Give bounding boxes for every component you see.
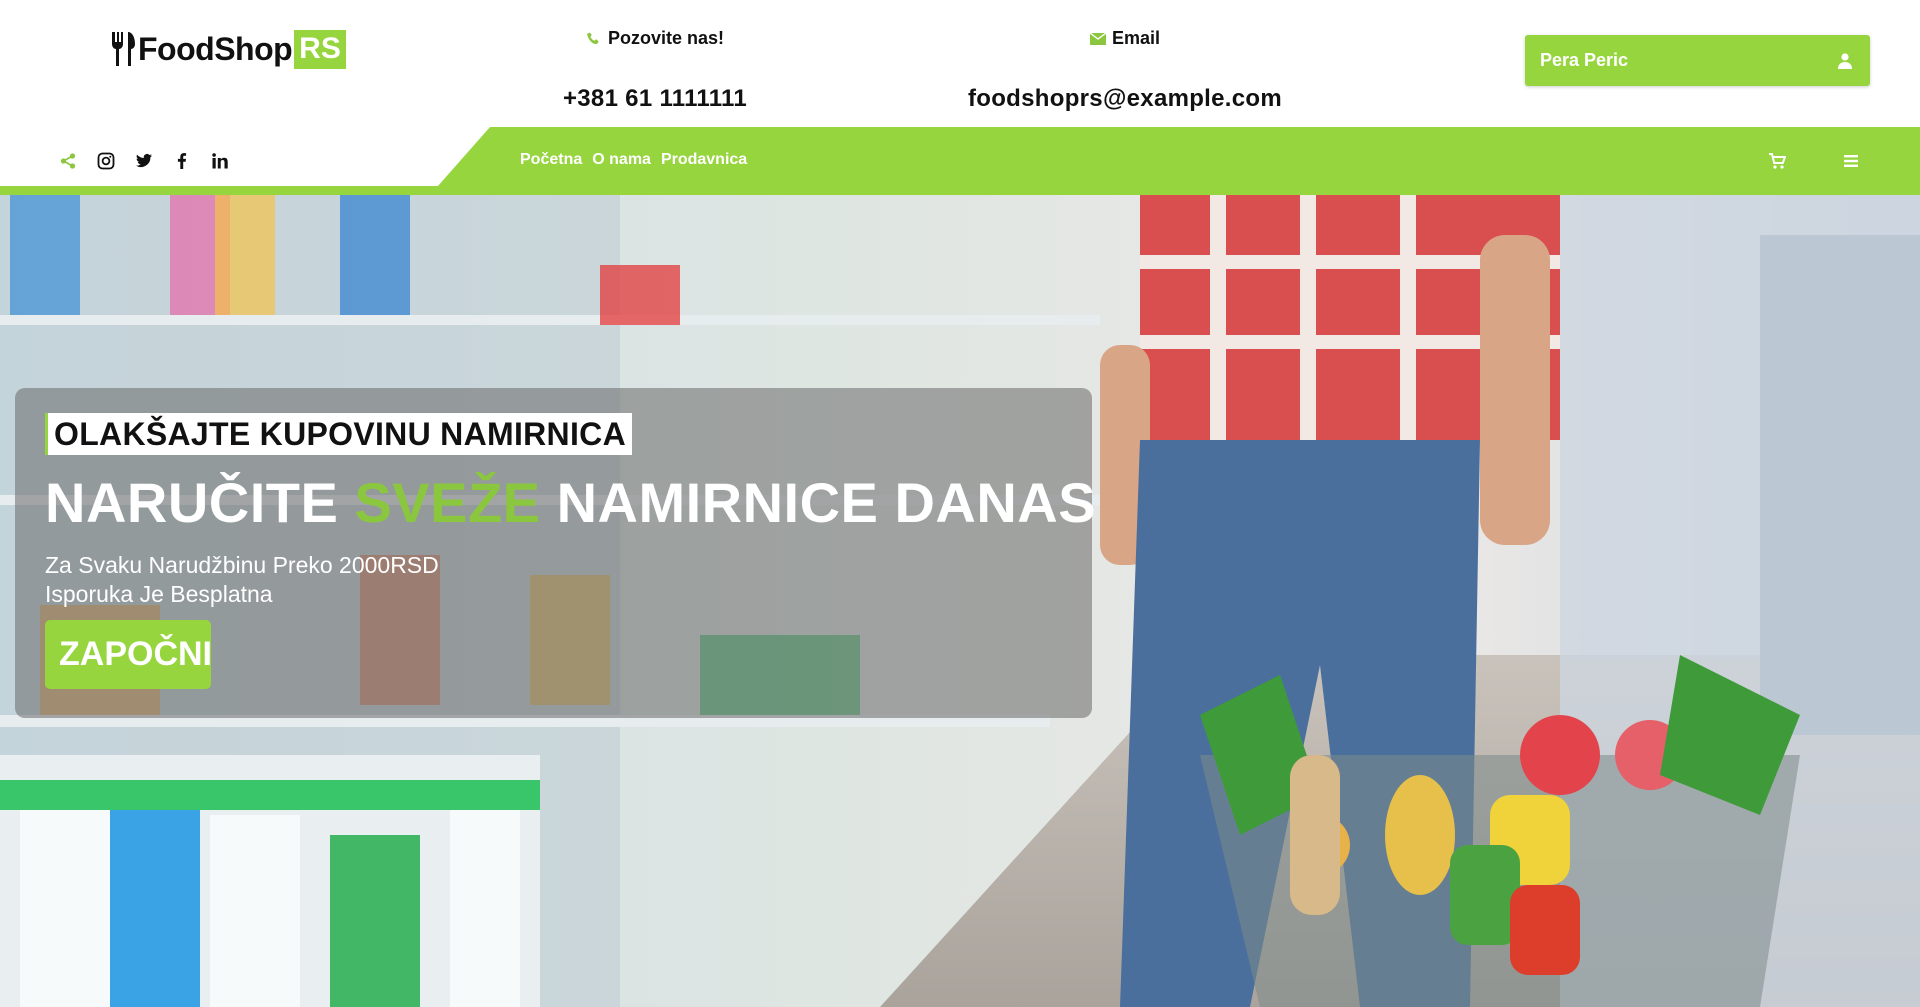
twitter-icon[interactable] bbox=[134, 151, 154, 171]
main-menu: Početna O nama Prodavnica bbox=[520, 151, 747, 169]
linkedin-icon[interactable] bbox=[210, 151, 230, 171]
hero-subtitle-line2: Isporuka Je Besplatna bbox=[45, 581, 273, 607]
start-button-label: ZAPOČNI bbox=[59, 635, 212, 673]
hero-subtitle-line1: Za Svaku Narudžbinu Preko 2000RSD bbox=[45, 552, 439, 578]
social-links bbox=[58, 151, 230, 171]
nav-item-o-nama[interactable]: O nama bbox=[592, 151, 651, 169]
nav-underline bbox=[0, 186, 440, 195]
logo[interactable]: FoodShop RS bbox=[110, 28, 346, 70]
logo-badge: RS bbox=[294, 29, 346, 69]
hero-title: NARUČITE SVEŽE NAMIRNICE DANAS bbox=[45, 470, 1096, 535]
hero-section: OLAKŠAJTE KUPOVINU NAMIRNICA NARUČITE SV… bbox=[0, 195, 1920, 1007]
page: FoodShop RS Pozovite nas! +381 61 111111… bbox=[0, 0, 1920, 1007]
logo-text: FoodShop bbox=[138, 30, 293, 67]
contact-phone: Pozovite nas! +381 61 1111111 bbox=[540, 28, 770, 113]
hero-subtitle: Za Svaku Narudžbinu Preko 2000RSD Isporu… bbox=[45, 551, 439, 609]
contact-email-label: Email bbox=[1111, 28, 1161, 48]
user-icon bbox=[1838, 52, 1852, 69]
hero-title-part2: NAMIRNICE DANAS bbox=[556, 471, 1097, 534]
email-address[interactable]: foodshoprs@example.com bbox=[940, 85, 1310, 113]
hero-title-accent: SVEŽE bbox=[354, 471, 541, 534]
contact-email: Email foodshoprs@example.com bbox=[940, 28, 1310, 113]
instagram-icon[interactable] bbox=[96, 151, 116, 171]
hero-card: OLAKŠAJTE KUPOVINU NAMIRNICA NARUČITE SV… bbox=[15, 388, 1096, 718]
menu-bars-icon[interactable] bbox=[1843, 153, 1859, 169]
envelope-icon bbox=[1089, 31, 1106, 45]
start-button[interactable]: ZAPOČNI bbox=[45, 620, 212, 689]
hero-title-part1: NARUČITE bbox=[45, 471, 339, 534]
nav-item-prodavnica[interactable]: Prodavnica bbox=[661, 151, 747, 169]
cart-icon[interactable] bbox=[1768, 152, 1786, 170]
phone-number[interactable]: +381 61 1111111 bbox=[540, 85, 770, 113]
user-name: Pera Peric bbox=[1540, 50, 1629, 70]
contact-phone-label: Pozovite nas! bbox=[607, 28, 725, 48]
user-account-button[interactable]: Pera Peric bbox=[1525, 35, 1870, 86]
hero-tagline: OLAKŠAJTE KUPOVINU NAMIRNICA bbox=[45, 413, 632, 455]
share-icon[interactable] bbox=[58, 151, 78, 171]
nav-bar: Početna O nama Prodavnica bbox=[0, 127, 1920, 195]
facebook-icon[interactable] bbox=[172, 151, 192, 171]
phone-icon bbox=[587, 32, 599, 44]
contact-phone-heading: Pozovite nas! bbox=[540, 28, 770, 49]
top-bar: FoodShop RS Pozovite nas! +381 61 111111… bbox=[0, 0, 1920, 127]
contact-email-heading: Email bbox=[940, 28, 1310, 49]
cutlery-icon bbox=[112, 32, 135, 66]
nav-item-pocetna[interactable]: Početna bbox=[520, 151, 582, 169]
